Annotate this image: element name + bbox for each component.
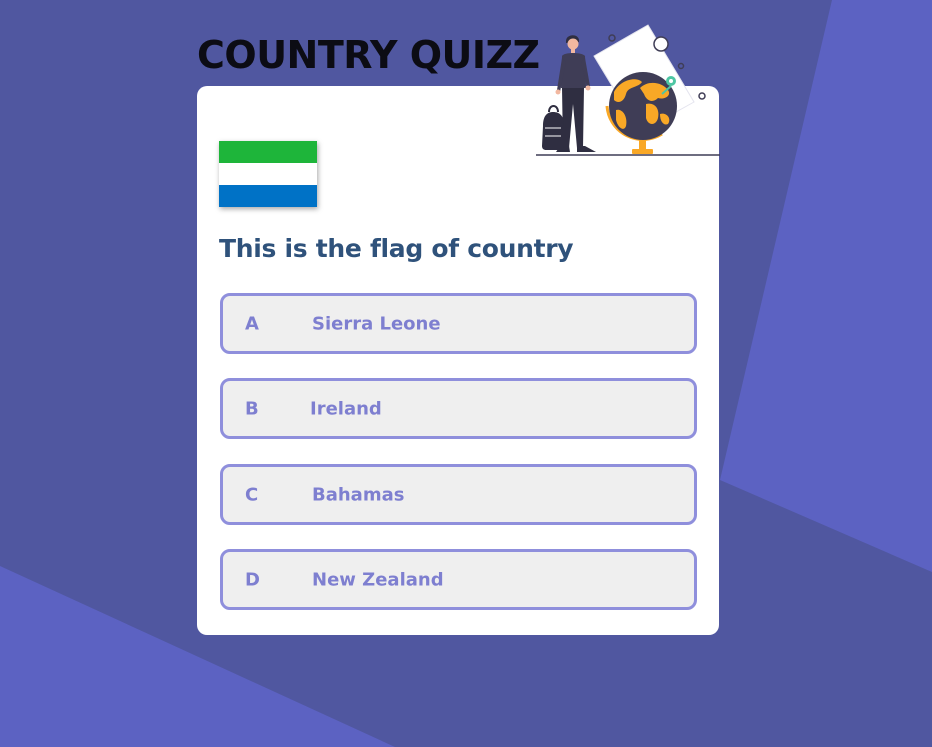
- option-answer: New Zealand: [312, 569, 444, 590]
- option-letter: C: [245, 484, 259, 505]
- sierra-leone-flag-icon: [219, 141, 317, 207]
- option-answer: Bahamas: [312, 484, 405, 505]
- traveler-with-globe-illustration: [536, 24, 720, 156]
- page-title: COUNTRY QUIZZ: [197, 33, 540, 77]
- option-answer: Ireland: [310, 398, 382, 419]
- option-answer: Sierra Leone: [312, 313, 441, 334]
- option-a-button[interactable]: A Sierra Leone: [220, 293, 697, 354]
- option-letter: B: [245, 398, 259, 419]
- quiz-card: This is the flag of country A Sierra Leo…: [197, 86, 719, 635]
- option-letter: D: [245, 569, 260, 590]
- option-b-button[interactable]: B Ireland: [220, 378, 697, 439]
- option-d-button[interactable]: D New Zealand: [220, 549, 697, 610]
- question-text: This is the flag of country: [219, 234, 574, 263]
- option-letter: A: [245, 313, 259, 334]
- option-c-button[interactable]: C Bahamas: [220, 464, 697, 525]
